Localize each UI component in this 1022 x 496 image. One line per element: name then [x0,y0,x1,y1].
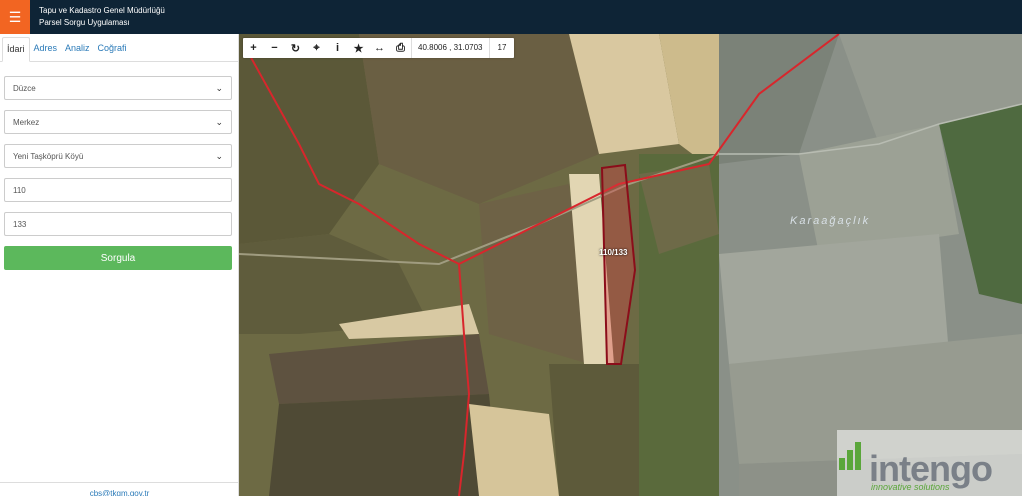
neighborhood-select[interactable]: Yeni Taşköprü Köyü ⌄ [4,144,232,168]
parcel-no-value: 133 [13,219,27,229]
province-value: Düzce [13,83,36,93]
app-title-line2: Parsel Sorgu Uygulaması [39,18,130,27]
intengo-logo: intengo innovative solutions [837,430,1022,496]
bookmark-star-icon[interactable]: ★ [348,38,369,58]
app-title: Tapu ve Kadastro Genel Müdürlüğü Parsel … [39,5,165,29]
district-select[interactable]: Merkez ⌄ [4,110,232,134]
zoom-in-icon[interactable]: + [243,38,264,58]
top-bar: ☰ Tapu ve Kadastro Genel Müdürlüğü Parse… [0,0,1022,34]
tab-adres[interactable]: Adres [30,37,62,62]
tab-idari[interactable]: İdari [2,37,30,62]
satellite-imagery [239,34,1022,496]
tab-cografi[interactable]: Coğrafi [94,37,131,62]
sidebar: İdari Adres Analiz Coğrafi Düzce ⌄ Merke… [0,34,239,496]
map-toolbar: + − ↻ ⌖ i ★ ↔ ⎙ 40.8006 , 31.0703 17 [243,38,515,58]
app-title-line1: Tapu ve Kadastro Genel Müdürlüğü [39,6,165,15]
chevron-down-icon: ⌄ [215,150,223,161]
chevron-down-icon: ⌄ [215,82,223,93]
tab-bar: İdari Adres Analiz Coğrafi [0,34,238,62]
neighborhood-value: Yeni Taşköprü Köyü [13,151,84,161]
logo-mark-icon [839,442,861,470]
place-label: Karaağaçlık [790,215,871,227]
hamburger-icon[interactable]: ☰ [0,0,30,34]
chevron-down-icon: ⌄ [215,116,223,127]
measure-icon[interactable]: ↔ [369,38,390,58]
tab-analiz[interactable]: Analiz [61,37,94,62]
locate-icon[interactable]: ⌖ [306,38,327,58]
print-icon[interactable]: ⎙ [390,38,411,58]
map-view[interactable]: + − ↻ ⌖ i ★ ↔ ⎙ 40.8006 , 31.0703 17 110… [239,34,1022,496]
zoom-out-icon[interactable]: − [264,38,285,58]
parcel-no-input[interactable]: 133 [4,212,232,236]
province-select[interactable]: Düzce ⌄ [4,76,232,100]
block-no-value: 110 [13,185,26,195]
info-icon[interactable]: i [327,38,348,58]
zoom-level: 17 [488,38,515,58]
refresh-icon[interactable]: ↻ [285,38,306,58]
coordinate-readout: 40.8006 , 31.0703 [411,38,489,58]
parcel-label: 110/133 [599,248,628,257]
footer-email-link[interactable]: cbs@tkgm.gov.tr [0,482,239,496]
block-no-input[interactable]: 110 [4,178,232,202]
logo-tagline: innovative solutions [871,482,950,492]
query-button[interactable]: Sorgula [4,246,232,270]
query-form: Düzce ⌄ Merkez ⌄ Yeni Taşköprü Köyü ⌄ 11… [4,76,232,270]
district-value: Merkez [13,117,40,127]
